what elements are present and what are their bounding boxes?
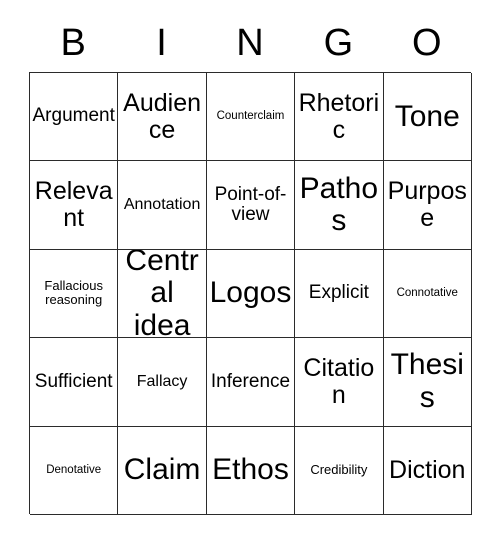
header-letter-n: N bbox=[236, 22, 264, 64]
bingo-cell[interactable]: Rhetoric bbox=[295, 73, 384, 162]
header-letter-i: I bbox=[156, 22, 167, 64]
bingo-cell-label: Argument bbox=[32, 105, 115, 127]
bingo-card: B I N G O Argument Audience Counterclaim Rh… bbox=[0, 0, 500, 544]
bingo-cell[interactable]: Sufficient bbox=[30, 338, 119, 427]
bingo-cell-label: Connotative bbox=[396, 287, 458, 300]
bingo-cell[interactable]: Central idea bbox=[118, 249, 207, 339]
bingo-cell[interactable]: Inference bbox=[206, 338, 296, 427]
bingo-cell-label: Explicit bbox=[308, 282, 369, 304]
bingo-cell[interactable]: Point-of-view bbox=[206, 161, 296, 250]
bingo-cell-label: Fallacious reasoning bbox=[44, 278, 103, 308]
bingo-cell[interactable]: Tone bbox=[383, 73, 472, 162]
bingo-cell-label: Inference bbox=[210, 370, 291, 392]
bingo-cell[interactable]: Relevant bbox=[30, 161, 119, 250]
header-letter-b: B bbox=[60, 22, 86, 64]
bingo-cell[interactable]: Purpose bbox=[383, 161, 472, 250]
bingo-cell-label: Central idea bbox=[125, 249, 199, 339]
bingo-cell-label: Sufficient bbox=[34, 370, 113, 392]
bingo-cell[interactable]: Annotation bbox=[118, 161, 207, 250]
header-letter-g: G bbox=[323, 22, 354, 64]
bingo-header: B I N G O bbox=[29, 14, 471, 72]
bingo-cell-label: Relevant bbox=[34, 177, 113, 233]
bingo-cell[interactable]: Denotative bbox=[30, 426, 119, 515]
bingo-cell-label: Annotation bbox=[123, 196, 201, 214]
bingo-cell-label: Citation bbox=[303, 353, 375, 409]
bingo-cell-label: Point-of-view bbox=[214, 183, 287, 226]
bingo-cell[interactable]: Fallacious reasoning bbox=[30, 249, 119, 339]
bingo-cell[interactable]: Pathos bbox=[295, 161, 384, 250]
bingo-cell[interactable]: Thesis bbox=[383, 338, 472, 427]
bingo-cell[interactable]: Argument bbox=[30, 73, 119, 162]
bingo-cell[interactable]: Diction bbox=[383, 426, 472, 515]
bingo-cell[interactable]: Credibility bbox=[295, 426, 384, 515]
bingo-cell-label: Pathos bbox=[299, 171, 379, 238]
bingo-cell-label: Rhetoric bbox=[298, 88, 380, 144]
bingo-cell-label: Purpose bbox=[387, 177, 467, 233]
bingo-grid: Argument Audience Counterclaim Rhetoric Tone… bbox=[29, 72, 472, 515]
bingo-cell-label: Tone bbox=[394, 99, 460, 133]
bingo-cell[interactable]: Ethos bbox=[206, 426, 296, 515]
bingo-cell[interactable]: Citation bbox=[295, 338, 384, 427]
bingo-cell[interactable]: Claim bbox=[118, 426, 207, 515]
bingo-cell-label: Credibility bbox=[310, 462, 368, 478]
bingo-cell[interactable]: Counterclaim bbox=[206, 73, 296, 162]
bingo-cell-label: Ethos bbox=[212, 453, 289, 487]
bingo-cell-label: Diction bbox=[389, 455, 466, 484]
bingo-cell[interactable]: Explicit bbox=[295, 249, 384, 339]
bingo-cell-label: Fallacy bbox=[136, 373, 188, 391]
bingo-cell-label: Logos bbox=[209, 276, 292, 310]
bingo-cell[interactable]: Connotative bbox=[383, 249, 472, 339]
bingo-cell-label: Thesis bbox=[390, 348, 464, 414]
header-letter-o: O bbox=[411, 22, 442, 64]
bingo-cell[interactable]: Fallacy bbox=[118, 338, 207, 427]
bingo-cell[interactable]: Logos bbox=[206, 249, 296, 339]
bingo-cell-label: Audience bbox=[123, 88, 202, 144]
bingo-cell-label: Counterclaim bbox=[216, 110, 285, 123]
bingo-cell-label: Claim bbox=[123, 453, 201, 487]
bingo-cell[interactable]: Audience bbox=[118, 73, 207, 162]
bingo-cell-label: Denotative bbox=[46, 464, 102, 477]
